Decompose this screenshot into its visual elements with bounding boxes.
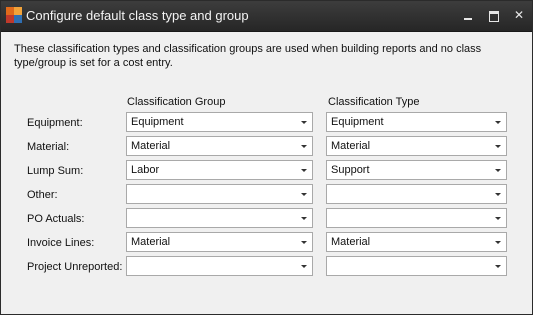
close-icon: ✕: [513, 8, 525, 22]
minimize-icon: [464, 18, 472, 20]
invoice-lines-type-select[interactable]: Material: [326, 232, 507, 252]
selected-value: Labor: [131, 164, 160, 176]
chevron-down-icon: [301, 145, 307, 148]
project-unreported-type-select[interactable]: [326, 256, 507, 276]
chevron-down-icon: [495, 193, 501, 196]
project-unreported-group-select[interactable]: [126, 256, 313, 276]
minimize-button[interactable]: [460, 7, 476, 23]
invoice-lines-group-select[interactable]: Material: [126, 232, 313, 252]
chevron-down-icon: [301, 265, 307, 268]
chevron-down-icon: [301, 121, 307, 124]
row-label-invoice-lines: Invoice Lines:: [27, 237, 95, 249]
row-label-project-unreported: Project Unreported:: [27, 261, 123, 273]
selected-value: Material: [131, 236, 171, 248]
lump-sum-group-select[interactable]: Labor: [126, 160, 313, 180]
classification-type-header: Classification Type: [328, 96, 420, 108]
row-label-lump-sum: Lump Sum:: [27, 165, 84, 177]
app-logo-icon: [6, 7, 23, 24]
lump-sum-type-select[interactable]: Support: [326, 160, 507, 180]
row-label-material: Material:: [27, 141, 70, 153]
other-group-select[interactable]: [126, 184, 313, 204]
close-button[interactable]: ✕: [511, 7, 527, 23]
po-actuals-group-select[interactable]: [126, 208, 313, 228]
po-actuals-type-select[interactable]: [326, 208, 507, 228]
maximize-icon: [489, 11, 499, 22]
row-label-equipment: Equipment:: [27, 117, 83, 129]
chevron-down-icon: [301, 217, 307, 220]
window-title: Configure default class type and group: [26, 8, 249, 23]
selected-value: Material: [331, 140, 371, 152]
selected-value: Material: [331, 236, 371, 248]
selected-value: Equipment: [131, 116, 184, 128]
row-label-po-actuals: PO Actuals:: [27, 213, 85, 225]
chevron-down-icon: [495, 217, 501, 220]
material-type-select[interactable]: Material: [326, 136, 507, 156]
equipment-type-select[interactable]: Equipment: [326, 112, 507, 132]
selected-value: Support: [331, 164, 370, 176]
selected-value: Equipment: [331, 116, 384, 128]
chevron-down-icon: [495, 145, 501, 148]
selected-value: Material: [131, 140, 171, 152]
chevron-down-icon: [495, 241, 501, 244]
chevron-down-icon: [495, 121, 501, 124]
classification-group-header: Classification Group: [127, 96, 226, 108]
material-group-select[interactable]: Material: [126, 136, 313, 156]
chevron-down-icon: [301, 241, 307, 244]
other-type-select[interactable]: [326, 184, 507, 204]
maximize-button[interactable]: [486, 7, 502, 23]
row-label-other: Other:: [27, 189, 58, 201]
chevron-down-icon: [301, 193, 307, 196]
title-bar[interactable]: Configure default class type and group ✕: [1, 1, 532, 32]
chevron-down-icon: [495, 169, 501, 172]
chevron-down-icon: [301, 169, 307, 172]
chevron-down-icon: [495, 265, 501, 268]
description-text: These classification types and classific…: [14, 43, 482, 69]
dialog-window: Configure default class type and group ✕…: [0, 0, 533, 315]
equipment-group-select[interactable]: Equipment: [126, 112, 313, 132]
